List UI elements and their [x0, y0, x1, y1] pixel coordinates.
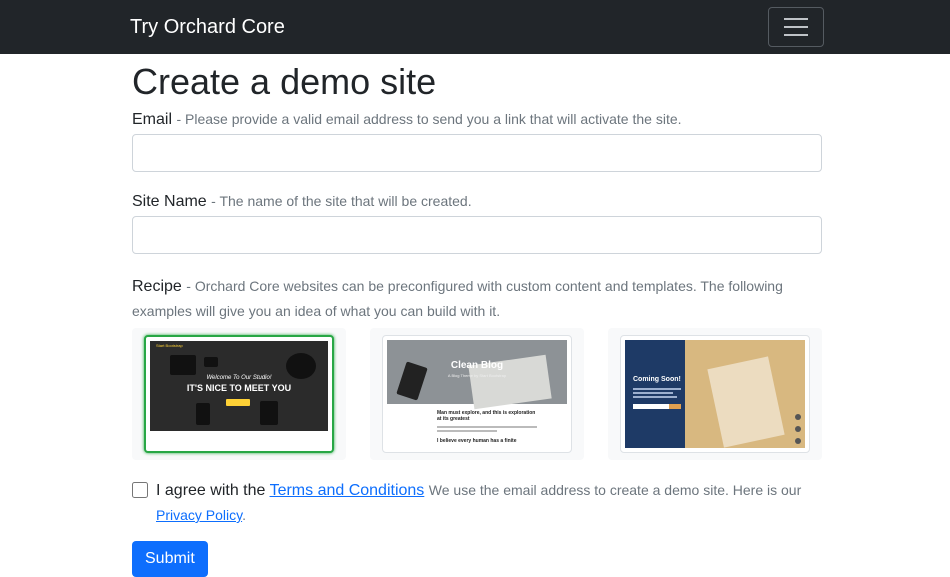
hamburger-menu-icon [784, 18, 808, 20]
site-name-label: Site Name [132, 193, 207, 210]
recipe-label: Recipe [132, 278, 182, 295]
recipe-options: Start Bootstrap Welcome To Our Studio! I… [132, 328, 822, 460]
privacy-suffix: . [242, 507, 246, 523]
email-hint: - Please provide a valid email address t… [176, 111, 682, 127]
page-title: Create a demo site [132, 61, 437, 102]
email-group: Email - Please provide a valid email add… [132, 110, 822, 172]
recipe-thumbnail-coming-soon[interactable]: Coming Soon! [620, 335, 810, 453]
agree-prefix: I agree with the [156, 482, 266, 499]
brand-link[interactable]: Try Orchard Core [130, 16, 285, 39]
site-name-group: Site Name - The name of the site that wi… [132, 192, 822, 254]
coming-soon-preview-image: Coming Soon! [625, 340, 805, 448]
agency-preview-image: Start Bootstrap Welcome To Our Studio! I… [150, 341, 328, 431]
agree-checkbox[interactable] [132, 482, 148, 498]
recipe-option-agency[interactable]: Start Bootstrap Welcome To Our Studio! I… [132, 328, 346, 460]
recipe-thumbnail-agency[interactable]: Start Bootstrap Welcome To Our Studio! I… [144, 335, 334, 453]
recipe-option-coming-soon[interactable]: Coming Soon! [608, 328, 822, 460]
agree-row: I agree with the Terms and Conditions We… [132, 478, 822, 503]
agree-note: We use the email address to create a dem… [428, 482, 802, 498]
main-content: Create a demo site Email - Please provid… [132, 54, 822, 577]
site-name-input[interactable] [132, 216, 822, 254]
recipe-option-blog[interactable]: Clean Blog A Blog Theme by Start Bootstr… [370, 328, 584, 460]
recipe-group: Recipe - Orchard Core websites can be pr… [132, 274, 822, 460]
email-input[interactable] [132, 134, 822, 172]
blog-preview-image: Clean Blog A Blog Theme by Start Bootstr… [387, 340, 567, 450]
top-navbar: Try Orchard Core [0, 0, 950, 54]
recipe-hint: - Orchard Core websites can be preconfig… [132, 278, 783, 319]
recipe-thumbnail-blog[interactable]: Clean Blog A Blog Theme by Start Bootstr… [382, 335, 572, 453]
menu-toggle-button[interactable] [768, 7, 824, 47]
privacy-policy-link[interactable]: Privacy Policy [156, 507, 242, 523]
terms-link[interactable]: Terms and Conditions [270, 482, 425, 499]
submit-button[interactable]: Submit [132, 541, 208, 577]
email-label: Email [132, 111, 173, 128]
site-name-hint: - The name of the site that will be crea… [211, 193, 472, 209]
